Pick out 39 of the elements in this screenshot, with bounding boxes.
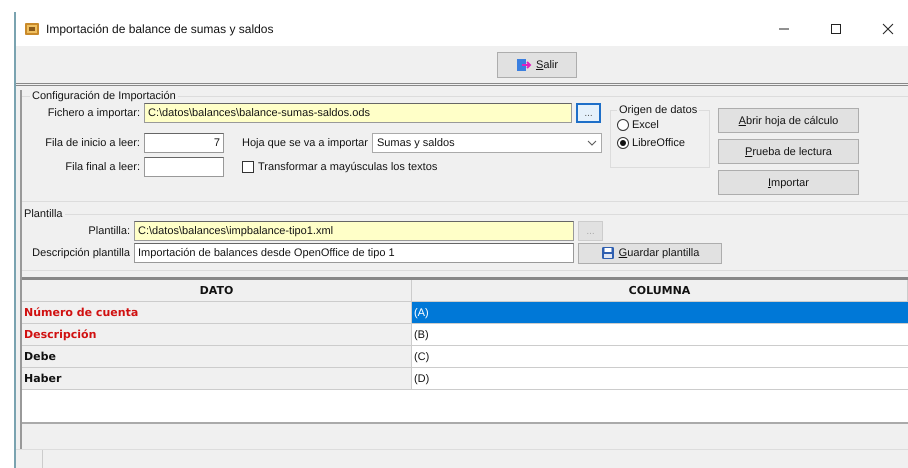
group-title: Origen de datos <box>618 104 698 116</box>
group-title: Plantilla <box>23 208 64 220</box>
checkbox[interactable] <box>242 161 254 173</box>
radio-label: LibreOffice <box>632 137 685 149</box>
table-cell: Número de cuenta <box>22 302 412 324</box>
action-button[interactable]: Abrir hoja de cálculo <box>718 108 859 133</box>
app-icon <box>24 21 40 37</box>
field-label: Fila final a leer: <box>64 161 140 173</box>
window-title: Importación de balance de sumas y saldos <box>46 22 274 36</box>
exit-icon <box>516 56 532 72</box>
field-label: Fila de inicio a leer: <box>44 137 140 149</box>
radio-button[interactable] <box>616 137 629 149</box>
field-label: Descripción plantilla <box>31 247 130 259</box>
save-template-button[interactable]: Guardar plantilla <box>578 242 722 264</box>
maximize-icon[interactable] <box>830 23 842 35</box>
file-field[interactable]: C:\datos\balances\balance-sumas-saldos.ods <box>144 103 572 123</box>
table-cell: Haber <box>22 368 412 390</box>
action-button[interactable]: Prueba de lectura <box>718 139 859 164</box>
group-title: Configuración de Importación <box>31 90 177 102</box>
table-cell: Debe <box>22 346 412 368</box>
browse-button[interactable]: ... <box>576 103 601 123</box>
close-icon[interactable] <box>882 23 894 35</box>
end-row-field[interactable] <box>144 157 224 177</box>
radio-label: Excel <box>632 119 659 131</box>
description-field[interactable]: Importación de balances desde OpenOffice de tipo 1 <box>134 243 574 263</box>
column-header[interactable]: DATO <box>22 280 412 302</box>
column-header[interactable]: COLUMNA <box>412 280 908 302</box>
radio-button[interactable] <box>616 119 629 131</box>
table-cell[interactable]: (A) <box>412 302 908 324</box>
field-label: Fichero a importar: <box>46 107 140 119</box>
sheet-dropdown[interactable]: Sumas y saldos <box>372 133 602 153</box>
exit-button[interactable]: Salir <box>497 52 577 78</box>
start-row-field[interactable]: 7 <box>144 133 224 153</box>
field-label: Hoja que se va a importar <box>242 137 368 149</box>
action-button[interactable]: Importar <box>718 170 859 195</box>
chevron-down-icon <box>586 140 597 146</box>
table-cell: Descripción <box>22 324 412 346</box>
checkbox-label: Transformar a mayúsculas los textos <box>258 161 438 173</box>
field-label: Plantilla: <box>87 225 130 237</box>
